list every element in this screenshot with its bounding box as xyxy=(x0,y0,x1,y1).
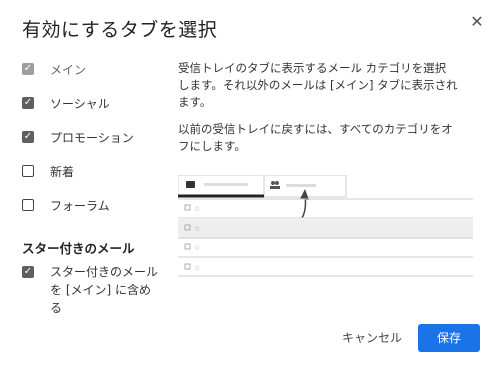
svg-text:☆: ☆ xyxy=(194,225,200,233)
svg-text:☆: ☆ xyxy=(194,244,200,252)
cancel-button[interactable]: キャンセル xyxy=(335,326,409,350)
starred-label-line1: スター付きのメール xyxy=(50,265,159,279)
option-label: 新着 xyxy=(50,164,75,179)
checkbox-starred[interactable]: ✓ xyxy=(22,266,34,278)
description-line: 受信トレイのタブに表示するメール カテゴリを選択 xyxy=(178,61,447,75)
svg-text:☆: ☆ xyxy=(194,205,200,213)
option-social[interactable]: ✓ ソーシャル xyxy=(22,93,110,113)
starred-option-label: スター付きのメール を [メイン] に含める xyxy=(50,263,160,317)
tab-selection-dialog: 有効にするタブを選択 ✕ ✓ メイン ✓ ソーシャル ✓ プロモーション 新着 … xyxy=(0,0,500,373)
starred-label-line2: を [メイン] に含める xyxy=(50,283,151,315)
dialog-title: 有効にするタブを選択 xyxy=(22,19,218,41)
option-label: メイン xyxy=(50,62,87,77)
description-paragraph-2: 以前の受信トレイに戻すには、すべてのカテゴリをオ フにします。 xyxy=(178,121,478,155)
checkbox-forums[interactable] xyxy=(22,199,34,211)
inbox-tabs-illustration: ☆ ☆ ☆ ☆ xyxy=(178,175,473,283)
checkbox-social[interactable]: ✓ xyxy=(22,97,34,109)
option-label: ソーシャル xyxy=(50,96,110,111)
option-label: プロモーション xyxy=(50,130,134,145)
option-label: フォーラム xyxy=(50,198,110,213)
option-starred[interactable]: ✓ xyxy=(22,262,34,282)
option-forums[interactable]: フォーラム xyxy=(22,195,110,215)
svg-text:☆: ☆ xyxy=(194,264,200,272)
option-promotions[interactable]: ✓ プロモーション xyxy=(22,127,134,147)
description-line: 以前の受信トレイに戻すには、すべてのカテゴリをオ xyxy=(178,122,453,136)
description-line: します。それ以外のメールは [メイン] タブに表示され xyxy=(178,78,458,92)
checkbox-promotions[interactable]: ✓ xyxy=(22,131,34,143)
save-button[interactable]: 保存 xyxy=(418,324,480,352)
description-paragraph-1: 受信トレイのタブに表示するメール カテゴリを選択 します。それ以外のメールは [… xyxy=(178,60,478,111)
checkbox-updates[interactable] xyxy=(22,165,34,177)
inbox-icon xyxy=(186,181,195,188)
option-primary[interactable]: ✓ メイン xyxy=(22,59,86,79)
starred-section-heading: スター付きのメール xyxy=(22,241,135,256)
checkbox-primary[interactable]: ✓ xyxy=(22,63,34,75)
option-updates[interactable]: 新着 xyxy=(22,161,74,181)
description-line: ます。 xyxy=(178,95,212,109)
close-icon[interactable]: ✕ xyxy=(466,11,488,33)
description-line: フにします。 xyxy=(178,139,246,153)
